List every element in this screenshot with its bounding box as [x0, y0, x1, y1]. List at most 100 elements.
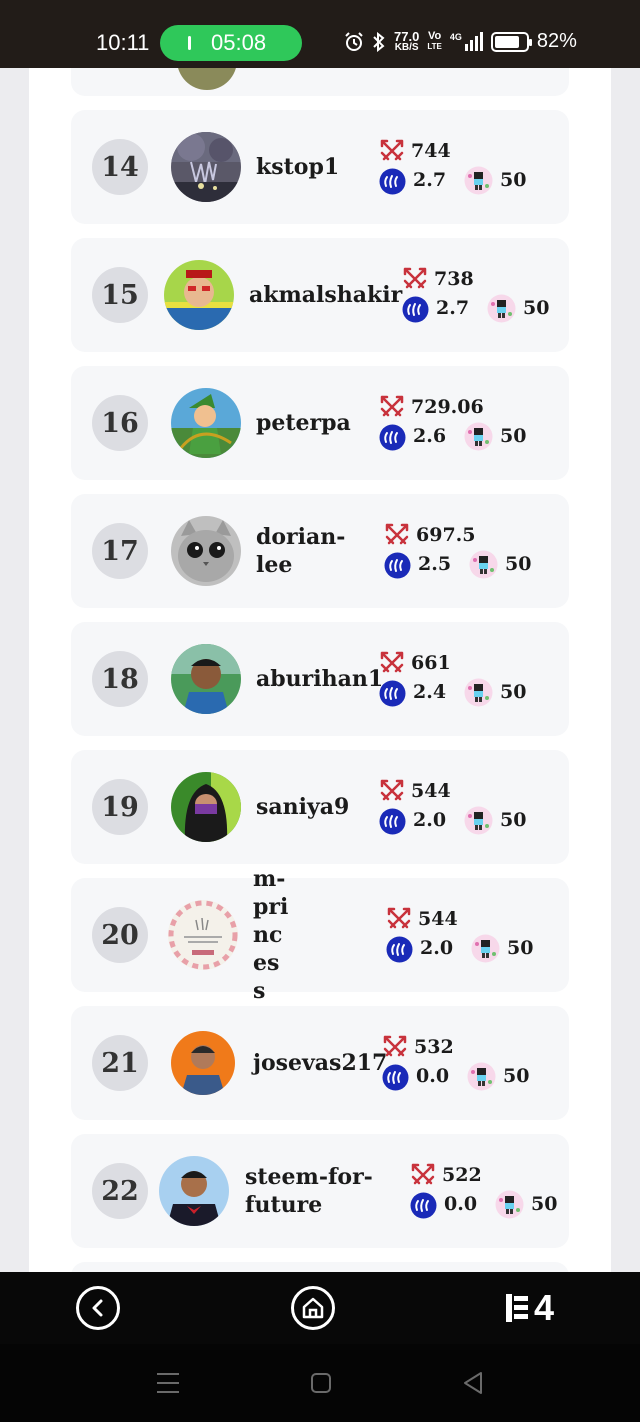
username[interactable]: saniya9 [256, 776, 349, 838]
avatar[interactable] [168, 900, 238, 970]
ongoing-call-pill[interactable]: 05:08 [160, 25, 302, 61]
stats: 738 2.7 50 [402, 266, 572, 328]
level-value: 50 [523, 297, 550, 319]
username[interactable]: m-princess [253, 866, 363, 1004]
avatar[interactable] [171, 772, 241, 842]
character-badge-icon [464, 806, 493, 835]
clock: 10:11 [96, 30, 150, 55]
leaderboard-row[interactable]: 18 aburihan1 661 2.4 50 [71, 622, 569, 736]
avatar[interactable] [171, 388, 241, 458]
steem-logo-icon [410, 1192, 437, 1219]
score-value: 544 [411, 780, 451, 802]
score-value: 729.06 [411, 396, 484, 418]
rank-badge: 17 [92, 523, 148, 579]
home-button[interactable] [291, 1286, 335, 1330]
username[interactable]: peterpa [256, 392, 351, 454]
leaderboard-row[interactable]: 17 dorian-lee 697.5 2.5 50 [71, 494, 569, 608]
system-back-button[interactable] [462, 1371, 484, 1395]
level-value: 50 [531, 1193, 558, 1215]
call-indicator-icon [188, 36, 191, 50]
crossed-swords-icon [387, 907, 411, 929]
score-value: 532 [414, 1036, 454, 1058]
stats: 661 2.4 50 [379, 650, 549, 712]
leaderboard-row[interactable]: 16 peterpa 729.06 2.6 50 [71, 366, 569, 480]
leaderboard-row[interactable]: 21 josevas217 532 0.0 50 [71, 1006, 569, 1120]
rank-badge: 14 [92, 139, 148, 195]
rank-badge: 20 [92, 907, 148, 963]
leaderboard-row[interactable]: 15 akmalshakir 738 2.7 50 [71, 238, 569, 352]
leaderboard-row-partial[interactable] [71, 68, 569, 96]
bluetooth-icon [373, 31, 385, 52]
leaderboard-row[interactable]: 22 steem-for-future 522 0.0 50 [71, 1134, 569, 1248]
crossed-swords-icon [380, 651, 404, 673]
steem-power-value: 2.0 [420, 937, 454, 959]
leaderboard-row[interactable]: 19 saniya9 544 2.0 50 [71, 750, 569, 864]
steem-logo-icon [382, 1064, 409, 1091]
leaderboard-panel: 14 kstop1 744 2.7 50 15 akmalshakir 738 … [29, 68, 611, 1272]
steem-logo-icon [402, 296, 429, 323]
character-badge-icon [464, 422, 493, 451]
level-value: 50 [500, 809, 527, 831]
stats: 697.5 2.5 50 [384, 522, 554, 584]
crossed-swords-icon [380, 779, 404, 801]
username[interactable]: steem-for-future [245, 1160, 385, 1222]
username[interactable]: dorian-lee [256, 520, 356, 582]
steem-power-value: 2.7 [413, 169, 447, 191]
avatar[interactable] [171, 516, 241, 586]
crossed-swords-icon [383, 1035, 407, 1057]
rank-badge: 18 [92, 651, 148, 707]
username[interactable]: josevas217 [253, 1032, 387, 1094]
username[interactable]: kstop1 [256, 136, 339, 198]
leaderboard-row-partial[interactable] [71, 1262, 569, 1272]
battery-percent: 82% [536, 30, 577, 52]
square-icon [311, 1373, 331, 1393]
status-icons: 77.0 KB/S Vo LTE 4G 82% [344, 30, 577, 53]
score-value: 661 [411, 652, 451, 674]
avatar[interactable] [159, 1156, 229, 1226]
steem-logo-icon [379, 424, 406, 451]
stats: 729.06 2.6 50 [379, 394, 549, 456]
rank-badge: 19 [92, 779, 148, 835]
steem-logo-icon [379, 168, 406, 195]
steem-power-value: 2.4 [413, 681, 447, 703]
system-nav-bar [0, 1344, 640, 1422]
steem-power-value: 0.0 [444, 1193, 478, 1215]
avatar[interactable] [171, 1031, 235, 1095]
system-home-button[interactable] [310, 1372, 332, 1394]
level-value: 50 [503, 1065, 530, 1087]
username[interactable]: aburihan1 [256, 648, 383, 710]
score-value: 697.5 [416, 524, 476, 546]
triangle-back-icon [464, 1372, 482, 1394]
crossed-swords-icon [380, 139, 404, 161]
leaderboard-row[interactable]: 14 kstop1 744 2.7 50 [71, 110, 569, 224]
volte-indicator: Vo LTE [427, 30, 442, 52]
rank-badge: 16 [92, 395, 148, 451]
recents-button[interactable] [156, 1372, 180, 1394]
character-badge-icon [487, 294, 516, 323]
character-badge-icon [464, 166, 493, 195]
alarm-icon [345, 31, 363, 51]
avatar[interactable] [171, 132, 241, 202]
score-value: 522 [442, 1164, 482, 1186]
character-badge-icon [467, 1062, 496, 1091]
stats: 522 0.0 50 [410, 1162, 580, 1224]
network-speed: 77.0 KB/S [394, 28, 420, 53]
avatar[interactable] [164, 260, 234, 330]
back-button[interactable] [76, 1286, 120, 1330]
stats: 544 2.0 50 [379, 778, 549, 840]
menu-icon [157, 1373, 179, 1393]
rank-badge: 21 [92, 1035, 148, 1091]
steem-logo-icon [386, 936, 413, 963]
username[interactable]: akmalshakir [249, 264, 402, 326]
status-bar: 10:11 05:08 77.0 KB/S Vo LTE 4G 82% [0, 0, 640, 68]
app-logo-button[interactable]: 4 [504, 1290, 554, 1326]
character-badge-icon [495, 1190, 524, 1219]
avatar[interactable] [171, 644, 241, 714]
chevron-left-icon [92, 1299, 103, 1317]
level-value: 50 [505, 553, 532, 575]
leaderboard-row[interactable]: 20 m-princess 544 2.0 50 [71, 866, 569, 1004]
battery-icon [490, 31, 532, 52]
steem-power-value: 2.7 [436, 297, 470, 319]
steem-logo-icon [384, 552, 411, 579]
character-badge-icon [471, 934, 500, 963]
